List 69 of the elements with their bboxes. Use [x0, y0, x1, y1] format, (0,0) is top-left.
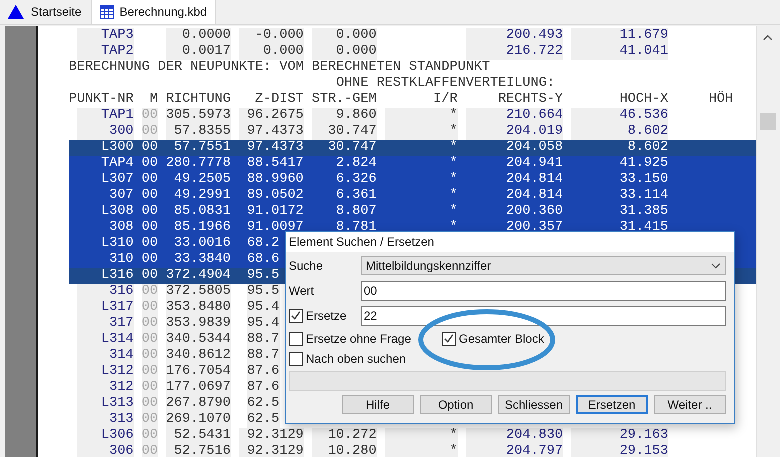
flag-cell-text: * — [448, 188, 458, 204]
direction-cell-text: 280.7778 — [165, 156, 231, 172]
point-id-cell-text: 308 — [108, 220, 134, 236]
code-cell-text: 00 — [140, 172, 158, 188]
northing-cell-text: 8.602 — [626, 140, 668, 156]
code-cell-text: 00 — [140, 140, 158, 156]
distance-cell-text: 2.824 — [335, 156, 377, 172]
code-cell-text: 00 — [140, 268, 158, 284]
code-cell-text: 00 — [140, 156, 158, 172]
field-label: Suche — [289, 258, 324, 272]
column-header: HÖH — [708, 92, 734, 108]
code-cell-text: 00 — [140, 252, 158, 268]
northing-cell-text: 41.925 — [618, 156, 668, 172]
field-label: Wert — [289, 284, 316, 298]
code-cell-text: 00 — [140, 236, 158, 252]
column-header: I/R — [432, 92, 458, 108]
direction-cell-text: 33.3840 — [173, 252, 231, 268]
easting-cell-text: 204.814 — [505, 172, 564, 188]
direction-cell-text: 57.7551 — [173, 140, 231, 156]
code-cell-text: 00 — [140, 188, 158, 204]
zenith-distance-cell-text: 68.2 — [246, 236, 280, 252]
section-subtitle: OHNE RESTKLAFFENVERTEILUNG: — [335, 76, 556, 92]
zenith-distance-cell-text: 95.5 — [246, 268, 280, 284]
point-id-cell-text: 310 — [108, 252, 134, 268]
column-header: M — [148, 92, 158, 108]
dialog-title: Element Suchen / Ersetzen — [286, 232, 734, 252]
column-header: PUNKT-NR — [69, 92, 134, 108]
code-cell-text: 00 — [140, 220, 158, 236]
column-header: RICHTUNG — [165, 92, 231, 108]
flag-cell-text: * — [448, 172, 458, 188]
direction-cell-text: 85.0831 — [173, 204, 231, 220]
zenith-distance-cell-text: 88.9960 — [246, 172, 304, 188]
point-id-cell-text: L310 — [100, 236, 134, 252]
section-title: BERECHNUNG DER NEUPUNKTE: VOM BERECHNETEN STANDPUNKT — [69, 60, 490, 76]
point-id-cell-text: L316 — [100, 268, 134, 284]
direction-cell-text: 85.1966 — [173, 220, 231, 236]
distance-cell-text: 30.747 — [327, 140, 377, 156]
distance-cell-text: 6.361 — [335, 188, 377, 204]
direction-cell-text: 372.4904 — [165, 268, 231, 284]
direction-cell-text: 33.0016 — [173, 236, 231, 252]
northing-cell-text: 33.150 — [618, 172, 668, 188]
easting-cell-text: 204.058 — [505, 140, 564, 156]
zenith-distance-cell-text: 88.5417 — [246, 156, 304, 172]
point-id-cell-text: TAP4 — [100, 156, 134, 172]
distance-cell-text: 8.807 — [335, 204, 377, 220]
easting-cell-text: 200.360 — [505, 204, 564, 220]
easting-cell-text: 204.941 — [505, 156, 564, 172]
easting-cell-text: 204.814 — [505, 188, 564, 204]
point-id-cell-text: 307 — [108, 188, 134, 204]
northing-cell-text: 31.385 — [618, 204, 668, 220]
northing-cell-text: 33.114 — [618, 188, 668, 204]
point-id-cell-text: L307 — [100, 172, 134, 188]
point-id-cell-text: L300 — [100, 140, 134, 156]
flag-cell-text: * — [448, 204, 458, 220]
distance-cell-text: 6.326 — [335, 172, 377, 188]
column-header: STR.-GEM — [311, 92, 377, 108]
point-id-cell-text: L308 — [100, 204, 134, 220]
flag-cell-text: * — [448, 156, 458, 172]
column-header: Z-DIST — [254, 92, 304, 108]
flag-cell-text: * — [448, 140, 458, 156]
direction-cell-text: 49.2505 — [173, 172, 231, 188]
direction-cell-text: 49.2991 — [173, 188, 231, 204]
column-header: RECHTS-Y — [497, 92, 564, 108]
zenith-distance-cell-text: 68.6 — [246, 252, 280, 268]
code-cell-text: 00 — [140, 204, 158, 220]
zenith-distance-cell-text: 89.0502 — [246, 188, 304, 204]
zenith-distance-cell-text: 91.0172 — [246, 204, 304, 220]
column-header: HOCH-X — [618, 92, 668, 108]
zenith-distance-cell-text: 97.4373 — [246, 140, 304, 156]
